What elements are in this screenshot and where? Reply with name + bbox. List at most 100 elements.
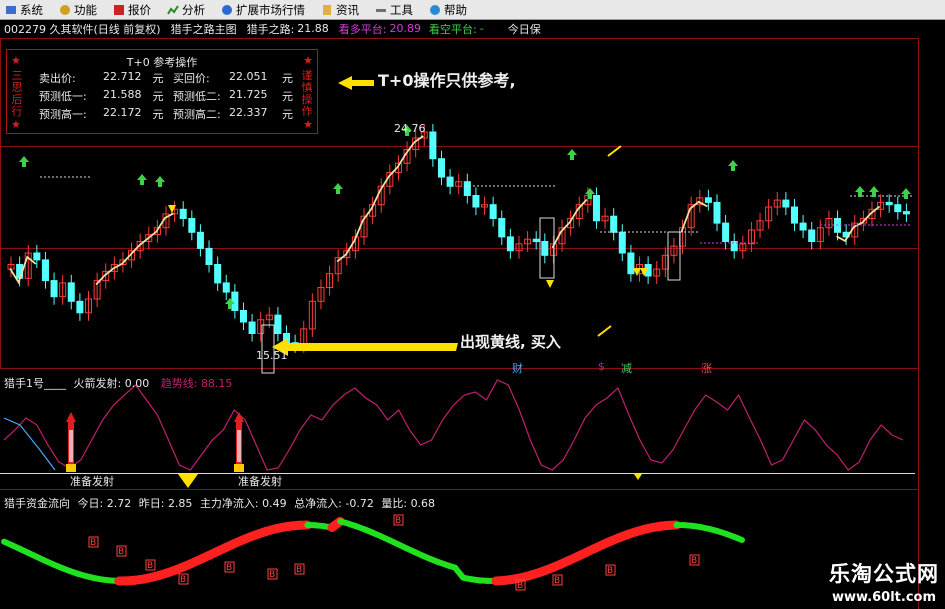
t0-label: 预测低一:: [39, 90, 87, 103]
green-arrow-icon: [155, 176, 165, 187]
candle: [902, 211, 910, 215]
rocket-label: 火箭发射:: [73, 377, 122, 390]
main-inflow-label: 主力净流入:: [199, 497, 259, 510]
rocket-flame-icon: [66, 464, 76, 472]
star-icon: ★: [11, 118, 21, 131]
green-arrow-icon: [333, 183, 343, 194]
buy-note: 出现黄线, 买入: [460, 333, 561, 351]
t0-note: T+0操作只供参考,: [378, 71, 516, 90]
candle: [506, 236, 514, 252]
t0-label: 买回价:: [173, 72, 210, 85]
candle: [231, 291, 239, 312]
green-arrow-icon: [567, 149, 577, 160]
candle: [782, 199, 790, 208]
candle: [437, 158, 446, 178]
star-icon: ★: [303, 118, 313, 131]
yesterday-label: 昨日:: [138, 497, 165, 510]
candle: [799, 222, 807, 231]
t0-value: 21.588: [103, 88, 142, 101]
yellow-marker: [634, 474, 642, 480]
volume-ratio-label: 量比:: [381, 497, 408, 510]
t0-value: 22.337: [229, 106, 268, 119]
candle: [541, 241, 549, 256]
callout-arrow-icon: [272, 338, 458, 356]
candle: [790, 206, 798, 224]
green-arrow-icon: [901, 188, 911, 199]
t0-value: 22.051: [229, 70, 268, 83]
t0-label: 卖出价:: [39, 72, 76, 85]
t0-left-side-text: 三思后行: [11, 69, 23, 118]
legend-text: 减: [621, 362, 632, 375]
t0-right-side-text: 谨慎操作: [301, 69, 313, 118]
candle: [274, 314, 282, 335]
candle: [498, 218, 506, 238]
candle: [446, 176, 454, 187]
indicator1-name[interactable]: 猎手1号: [4, 377, 44, 390]
buy-marker-label: B: [296, 565, 302, 575]
hunter-line: [551, 198, 588, 249]
mark: [607, 145, 622, 157]
buy-marker-label: B: [90, 538, 96, 548]
callout-arrow-icon: [338, 76, 374, 90]
candle: [808, 229, 816, 242]
candle: [894, 204, 902, 213]
watermark: 乐淘公式网 www.60lt.com: [829, 558, 939, 605]
buy-marker-label: B: [226, 563, 232, 573]
legend-text: 财: [512, 362, 523, 375]
today-value: 2.72: [106, 497, 132, 510]
legend-text: $: [598, 360, 605, 373]
t0-row: 预测低一: 21.588 元 预测低二: 21.725 元: [39, 88, 293, 104]
candle: [179, 208, 187, 220]
green-arrow-icon: [19, 156, 29, 167]
legend-item: $: [598, 360, 605, 373]
candle: [50, 280, 58, 298]
candle: [713, 201, 721, 224]
candle: [205, 247, 213, 265]
indicator2-header: 猎手资金流向 今日: 2.72 昨日: 2.85 主力净流入: 0.49 总净流…: [4, 495, 435, 511]
candle: [239, 310, 247, 323]
legend-item: 涨: [701, 360, 712, 376]
star-icon: ★: [303, 54, 313, 67]
legend-text: 涨: [701, 362, 712, 375]
mark: [597, 325, 612, 337]
t0-value: 21.725: [229, 88, 268, 101]
star-icon: ★: [11, 54, 21, 67]
legend-item: 减: [621, 360, 632, 376]
t0-unit: 元: [282, 108, 293, 121]
rocket-value: 0.00: [124, 377, 150, 390]
green-arrow-icon: [728, 160, 738, 171]
candle: [429, 131, 437, 160]
candle: [463, 181, 471, 196]
trend-label: 趋势线:: [160, 377, 198, 390]
t0-unit: 元: [282, 90, 293, 103]
candle: [885, 201, 893, 206]
green-arrow-icon: [137, 174, 147, 185]
candle: [67, 282, 75, 302]
candle: [627, 252, 635, 275]
candle: [592, 195, 600, 222]
green-arrow-icon: [869, 186, 879, 197]
rocket-icon: [66, 412, 76, 422]
t0-value: 22.172: [103, 106, 142, 119]
t0-row: 卖出价: 22.712 元 买回价: 22.051 元: [39, 70, 293, 86]
total-inflow-value: -0.72: [345, 497, 374, 510]
candle: [618, 231, 626, 254]
candle: [76, 300, 84, 314]
buy-marker-label: B: [180, 575, 186, 585]
money-flow-segment: [730, 533, 745, 543]
candle: [489, 204, 497, 219]
launch-signal-label: 准备发射: [238, 475, 282, 488]
rocket-icon: [69, 430, 73, 462]
candle: [532, 238, 540, 242]
main-inflow-value: 0.49: [262, 497, 287, 510]
buy-marker-label: B: [691, 556, 697, 566]
rocket-icon: [237, 430, 241, 462]
candle: [704, 197, 712, 203]
candle: [41, 259, 49, 282]
indicator2-name[interactable]: 猎手资金流向: [4, 497, 70, 510]
candle: [196, 231, 204, 249]
high-price-label: 24.76: [394, 122, 426, 135]
trend-line: [3, 379, 904, 471]
candle: [214, 264, 222, 284]
yesterday-value: 2.85: [167, 497, 193, 510]
